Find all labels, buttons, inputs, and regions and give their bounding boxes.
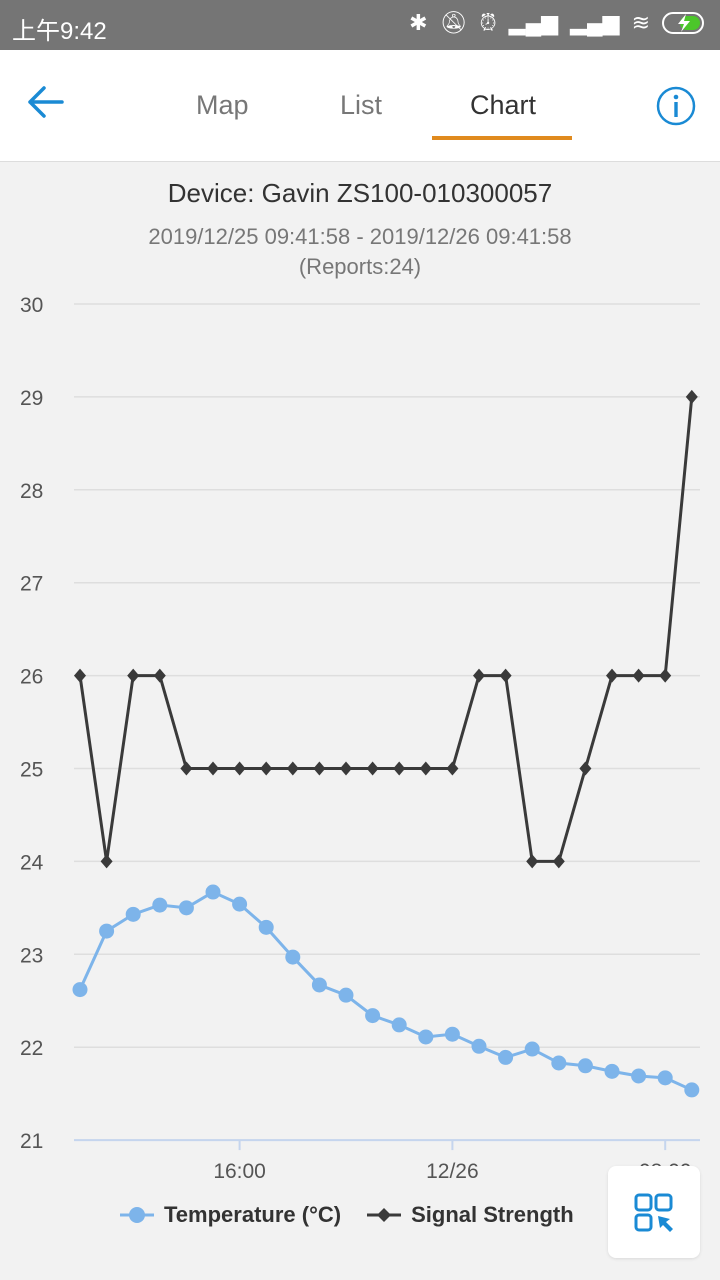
signal-point: [685, 389, 698, 404]
hd-signal-icon: ▂▄▆: [570, 10, 620, 35]
legend-marker-diamond-icon: [367, 1208, 402, 1222]
chart-legend: Temperature (°C) Signal Strength: [120, 1202, 574, 1228]
line-chart: 3029282726252423222116:0012/2608:00: [20, 294, 700, 1183]
signal-point: [180, 761, 193, 776]
signal-point: [233, 761, 246, 776]
y-tick-label: 30: [20, 294, 43, 317]
x-tick-label: 16:00: [213, 1160, 266, 1183]
temperature-point: [99, 923, 115, 939]
legend-marker-circle-icon: [120, 1207, 154, 1223]
signal-point: [473, 668, 485, 683]
signal-point: [340, 761, 352, 776]
alarm-icon: ⏰︎: [479, 10, 497, 35]
y-tick-label: 21: [20, 1130, 43, 1153]
report-count: (Reports:24): [298, 254, 422, 279]
temperature-point: [631, 1068, 647, 1084]
temperature-point: [258, 919, 274, 935]
active-tab-indicator: [432, 136, 572, 140]
signal-point: [446, 761, 459, 776]
signal-point: [366, 761, 379, 776]
device-title: Device: Gavin ZS100-010300057: [167, 178, 553, 208]
temperature-line: [78, 890, 693, 1092]
temperature-point: [125, 906, 141, 922]
temperature-point: [205, 884, 221, 900]
temperature-point: [391, 1017, 407, 1033]
signal-line: [78, 396, 694, 863]
temperature-point: [444, 1026, 460, 1042]
battery-charging-icon: [662, 12, 704, 34]
signal-point: [499, 668, 512, 683]
y-tick-label: 29: [20, 387, 43, 410]
temperature-point: [471, 1038, 487, 1054]
temperature-point: [684, 1082, 700, 1098]
signal-point: [207, 761, 219, 776]
signal-point: [74, 668, 86, 683]
y-tick-label: 23: [20, 944, 43, 967]
top-nav: Map List Chart: [0, 50, 720, 162]
status-bar: 上午9:42 ✱ 🔕︎ ⏰︎ ▂▄▆ ▂▄▆ ≋: [0, 0, 720, 50]
signal-point: [659, 668, 672, 683]
temperature-point: [285, 949, 301, 965]
signal-point: [393, 761, 406, 776]
signal-point: [313, 761, 326, 776]
status-time: 上午9:42: [12, 18, 107, 45]
info-icon[interactable]: [656, 86, 696, 126]
temperature-point: [551, 1055, 567, 1071]
temperature-point: [311, 977, 327, 993]
y-tick-label: 22: [20, 1037, 43, 1060]
y-tick-label: 26: [20, 666, 43, 689]
temperature-point: [418, 1029, 434, 1045]
temperature-point: [577, 1058, 593, 1074]
legend-label: Temperature (°C): [164, 1202, 342, 1227]
temperature-point: [365, 1008, 381, 1024]
temperature-point: [152, 897, 168, 913]
signal-icon: ▂▄▆: [508, 10, 559, 35]
signal-point: [286, 761, 299, 776]
wifi-icon: ≋: [631, 10, 650, 35]
tab-map[interactable]: Map: [196, 90, 249, 121]
bluetooth-icon: ✱: [409, 10, 428, 35]
signal-point: [260, 761, 273, 776]
signal-point: [606, 668, 618, 683]
signal-point: [127, 668, 140, 683]
temperature-point: [657, 1070, 673, 1086]
date-range: 2019/12/25 09:41:58 - 2019/12/26 09:41:5…: [148, 224, 572, 249]
grid-select-button[interactable]: [608, 1166, 700, 1258]
grid-select-icon: [634, 1193, 673, 1232]
tab-list[interactable]: List: [340, 90, 382, 121]
temperature-point: [524, 1041, 540, 1057]
y-tick-label: 24: [20, 851, 44, 874]
signal-point: [100, 854, 113, 869]
signal-point: [153, 668, 166, 683]
temperature-point: [72, 982, 88, 998]
legend-item-temperature[interactable]: Temperature (°C): [120, 1202, 341, 1228]
legend-item-signal[interactable]: Signal Strength: [367, 1202, 574, 1228]
temperature-point: [178, 900, 194, 916]
signal-point: [526, 854, 539, 869]
y-tick-label: 27: [20, 573, 43, 596]
x-tick-label: 12/26: [426, 1160, 479, 1183]
signal-point: [579, 761, 592, 776]
y-tick-label: 28: [20, 480, 43, 503]
temperature-point: [498, 1049, 514, 1065]
back-arrow-icon[interactable]: [24, 80, 68, 124]
tab-chart[interactable]: Chart: [470, 90, 536, 121]
bell-off-icon: 🔕︎: [439, 10, 468, 35]
signal-point: [632, 668, 645, 683]
temperature-point: [604, 1063, 620, 1079]
signal-point: [552, 854, 565, 869]
signal-point: [419, 761, 432, 776]
temperature-point: [232, 896, 248, 912]
legend-label: Signal Strength: [411, 1202, 574, 1227]
y-tick-label: 25: [20, 759, 43, 782]
temperature-point: [338, 987, 354, 1003]
